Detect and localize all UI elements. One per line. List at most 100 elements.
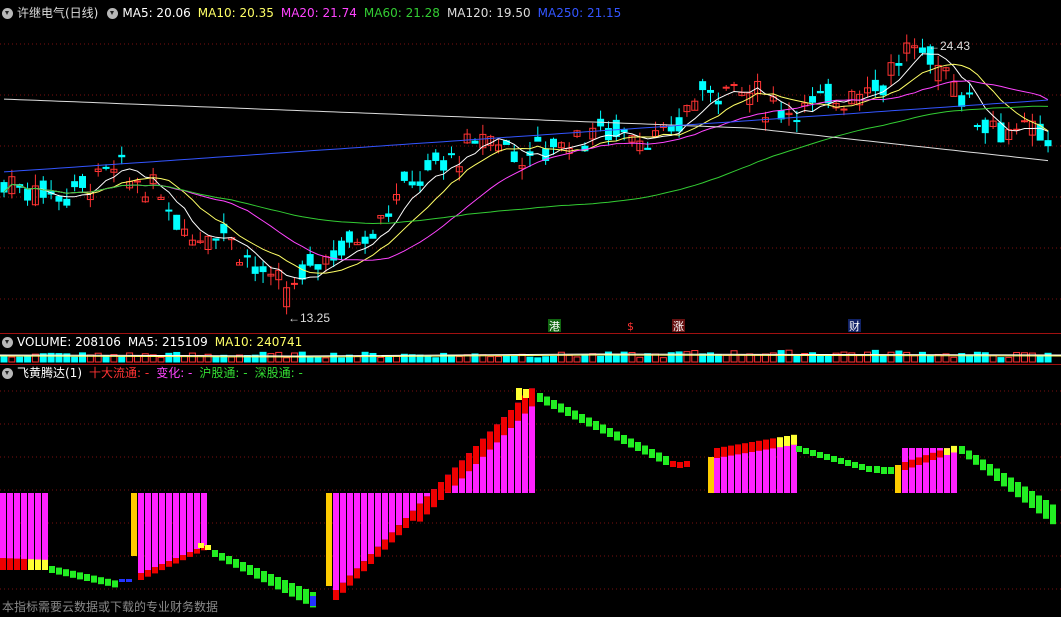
indicator-bar (340, 493, 346, 583)
stock-name[interactable]: 许继电气(日线) (17, 5, 98, 21)
volume-bar (754, 354, 762, 363)
candle-body (71, 181, 79, 188)
candle-body (24, 188, 32, 201)
indicator-bar (126, 579, 132, 582)
volume-bar (290, 352, 298, 363)
candle-body (338, 240, 346, 256)
indicator-bar (635, 442, 641, 451)
candle-body (1021, 120, 1028, 123)
indicator-bar (916, 448, 922, 493)
volume-bar (455, 356, 463, 363)
candle-body (824, 83, 832, 104)
indicator-bar (347, 575, 353, 586)
indicator-bar (254, 568, 260, 579)
volume-bar (118, 356, 126, 363)
chevron-down-icon[interactable] (2, 336, 13, 348)
volume-label-0: VOLUME: 208106 (17, 335, 121, 349)
indicator-bar (396, 493, 402, 526)
indicator-bar (866, 466, 872, 472)
candle-body (973, 125, 981, 128)
indicator-bar (131, 493, 137, 556)
volume-bar (314, 356, 322, 363)
volume-bar (71, 356, 79, 363)
indicator-bar (42, 493, 48, 565)
event-marker: 财 (849, 319, 860, 333)
indicator-bar (77, 572, 83, 580)
ma-label-2: MA20: 21.74 (280, 6, 357, 20)
indicator-bar (180, 493, 186, 555)
indicator-bar (973, 455, 979, 465)
indicator-label-3: 沪股通: - (199, 366, 248, 380)
candle-body (550, 138, 557, 148)
indicator-bar (303, 589, 309, 604)
candle-body (408, 181, 416, 186)
event-marker: 涨 (673, 320, 684, 333)
volume-bar (424, 355, 432, 363)
volume-bar (385, 355, 393, 363)
indicator-bar (824, 454, 830, 460)
indicator-bar (138, 493, 144, 573)
volume-bar (683, 351, 691, 363)
candle-body (345, 231, 353, 243)
indicator-bar (895, 465, 901, 493)
indicator-bar (333, 493, 339, 590)
indicator-bar (784, 436, 790, 446)
indicator-bar (845, 460, 851, 466)
volume-panel-header: VOLUME: 208106 MA5: 215109 MA10: 240741 (0, 334, 309, 350)
indicator-bar (684, 461, 690, 467)
volume-label-1: MA5: 215109 (127, 335, 208, 349)
indicator-bar (742, 443, 748, 454)
indicator-bar (368, 554, 374, 564)
stock-chart-canvas[interactable]: ←24.43 ←13.25 港 $ 涨 财 (0, 0, 1061, 617)
indicator-bar (424, 496, 430, 515)
chevron-down-icon[interactable] (107, 7, 119, 19)
indicator-bar (354, 568, 360, 579)
volume-bar (557, 351, 565, 363)
indicator-bar (424, 493, 430, 497)
indicator-bar (951, 448, 957, 493)
candle-body (777, 110, 785, 120)
indicator-bar (42, 559, 48, 570)
volume-bar (793, 355, 801, 363)
volume-bar (973, 351, 981, 363)
indicator-bar (403, 518, 409, 528)
volume-bar (675, 351, 683, 363)
indicator-bar (417, 493, 423, 504)
candle-body (118, 154, 126, 158)
indicator-bar (987, 464, 993, 476)
indicator-bar (923, 448, 929, 493)
indicator-bar (937, 450, 943, 458)
indicator-bar (537, 393, 543, 402)
indicator-bar (282, 580, 288, 593)
indicator-bar (1022, 486, 1028, 503)
chevron-down-icon[interactable] (2, 7, 13, 19)
indicator-bar (784, 445, 790, 493)
indicator-bar (438, 482, 444, 500)
indicator-bar (909, 448, 915, 493)
volume-bar (157, 356, 165, 363)
indicator-bar (621, 435, 627, 444)
ma250-line (3, 99, 1049, 173)
indicator-bar (368, 493, 374, 554)
indicator-label-2: 变化: - (156, 366, 193, 380)
candle-body (667, 125, 675, 132)
volume-bar (730, 350, 738, 363)
indicator-bar (354, 493, 360, 569)
indicator-bar (382, 539, 388, 550)
volume-bar (47, 352, 55, 363)
chevron-down-icon[interactable] (2, 367, 13, 379)
candle-body (298, 264, 306, 280)
candle-body (440, 160, 448, 171)
candle-body (981, 119, 989, 134)
indicator-bar (105, 578, 111, 586)
indicator-bar (187, 552, 193, 557)
indicator-bar (382, 493, 388, 540)
volume-bar (1005, 356, 1013, 363)
indicator-bar (452, 467, 458, 486)
indicator-bar (205, 545, 211, 550)
ma-label-0: MA5: 20.06 (122, 6, 191, 20)
indicator-bar (714, 448, 720, 458)
indicator-label-0: 飞黄腾达(1) (17, 366, 82, 380)
candle-body (997, 122, 1005, 143)
indicator-bar (35, 493, 41, 565)
